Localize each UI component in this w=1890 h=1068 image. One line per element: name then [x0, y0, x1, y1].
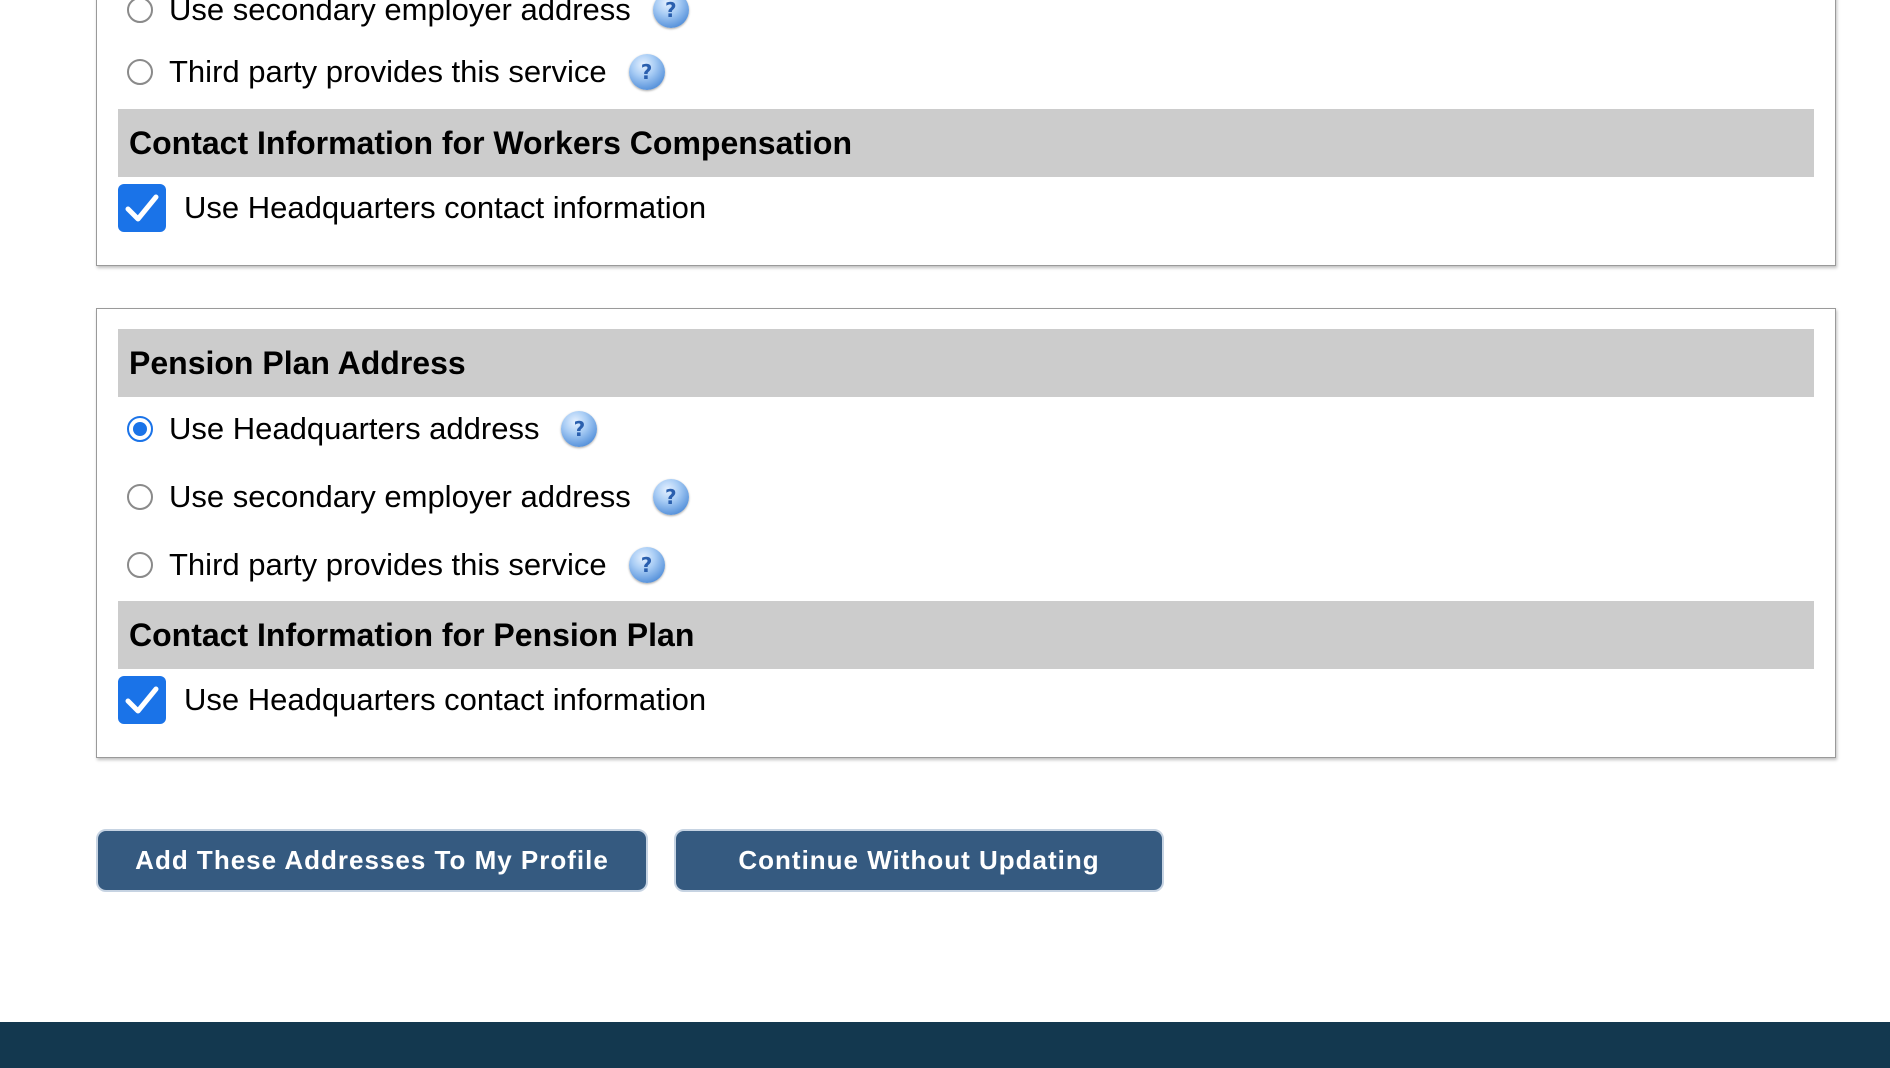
option-label: Use secondary employer address — [169, 0, 631, 27]
radio-button[interactable] — [127, 484, 153, 510]
question-mark-icon[interactable]: ? — [628, 547, 665, 583]
pension-contact-checkbox-row[interactable]: Use Headquarters contact information — [118, 675, 706, 725]
continue-without-updating-button[interactable]: Continue Without Updating — [674, 829, 1164, 892]
option-label: Third party provides this service — [169, 547, 607, 582]
question-mark-icon[interactable]: ? — [561, 411, 598, 447]
pension-contact-header: Contact Information for Pension Plan — [118, 601, 1814, 669]
pension-plan-panel: Pension Plan Address Use Headquarters ad… — [96, 308, 1836, 758]
pension-option-headquarters[interactable]: Use Headquarters address ? — [127, 405, 598, 453]
radio-button-selected[interactable] — [127, 416, 153, 442]
question-mark-icon[interactable]: ? — [652, 479, 689, 515]
option-label: Third party provides this service — [169, 54, 607, 89]
workers-comp-panel: Use secondary employer address ? Third p… — [96, 0, 1836, 266]
workers-comp-contact-checkbox-row[interactable]: Use Headquarters contact information — [118, 183, 706, 233]
question-mark-icon[interactable]: ? — [652, 0, 689, 28]
workers-comp-contact-header: Contact Information for Workers Compensa… — [118, 109, 1814, 177]
checkmark-icon — [125, 194, 159, 222]
workers-comp-option-secondary[interactable]: Use secondary employer address ? — [127, 0, 689, 34]
checkmark-icon — [125, 686, 159, 714]
checkbox-checked[interactable] — [118, 184, 166, 232]
add-addresses-button[interactable]: Add These Addresses To My Profile — [96, 829, 648, 892]
pension-option-secondary[interactable]: Use secondary employer address ? — [127, 473, 689, 521]
checkbox-label: Use Headquarters contact information — [184, 190, 707, 225]
checkbox-checked[interactable] — [118, 676, 166, 724]
option-label: Use secondary employer address — [169, 479, 631, 514]
page: Use secondary employer address ? Third p… — [0, 0, 1890, 1068]
pension-plan-address-header: Pension Plan Address — [118, 329, 1814, 397]
option-label: Use Headquarters address — [169, 411, 540, 446]
radio-button[interactable] — [127, 0, 153, 23]
radio-button[interactable] — [127, 552, 153, 578]
pension-option-third-party[interactable]: Third party provides this service ? — [127, 541, 665, 589]
checkbox-label: Use Headquarters contact information — [184, 682, 707, 717]
workers-comp-option-third-party[interactable]: Third party provides this service ? — [127, 48, 665, 96]
page-footer — [0, 1022, 1890, 1068]
radio-button[interactable] — [127, 59, 153, 85]
question-mark-icon[interactable]: ? — [628, 54, 665, 90]
